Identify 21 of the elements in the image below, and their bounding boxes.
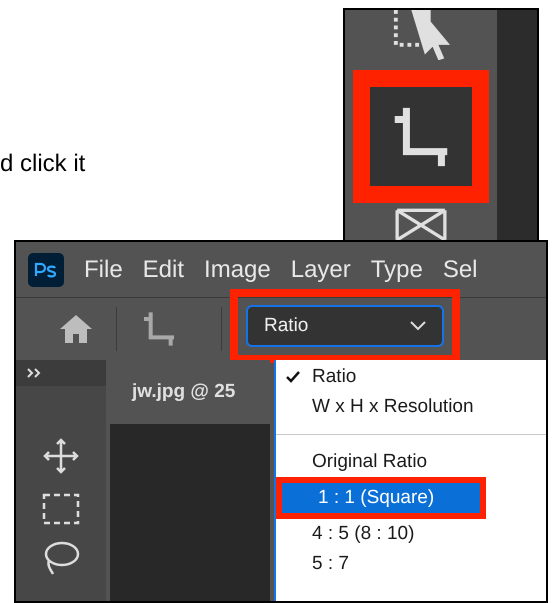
marquee-tool-icon[interactable]	[41, 492, 81, 526]
menu-item[interactable]: Edit	[142, 252, 184, 288]
menu-item[interactable]: Sel	[442, 252, 478, 288]
dropdown-option[interactable]: 1 : 1 (Square)	[282, 483, 480, 513]
menu-item[interactable]: File	[84, 252, 123, 288]
instruction-text: d click it	[0, 149, 86, 179]
menu-item[interactable]: Type	[370, 252, 423, 288]
dropdown-option[interactable]: 4 : 5 (8 : 10)	[276, 519, 546, 549]
move-tool-icon[interactable]	[41, 436, 81, 476]
crop-tool-button[interactable]	[353, 70, 489, 204]
home-icon[interactable]	[58, 313, 94, 345]
menu-item[interactable]: Layer	[290, 252, 351, 288]
dropdown-option[interactable]: W x H x Resolution	[276, 392, 546, 422]
menu-item[interactable]: Image	[204, 252, 271, 288]
chevron-down-icon	[410, 321, 426, 331]
app-logo-icon	[28, 252, 64, 286]
dropdown-option[interactable]: Ratio	[276, 362, 546, 392]
dropdown-option[interactable]: Original Ratio	[276, 447, 546, 477]
ratio-select[interactable]: Ratio	[246, 305, 444, 347]
checkmark-icon	[286, 371, 300, 383]
dropdown-option[interactable]: 5 : 7	[276, 549, 546, 579]
